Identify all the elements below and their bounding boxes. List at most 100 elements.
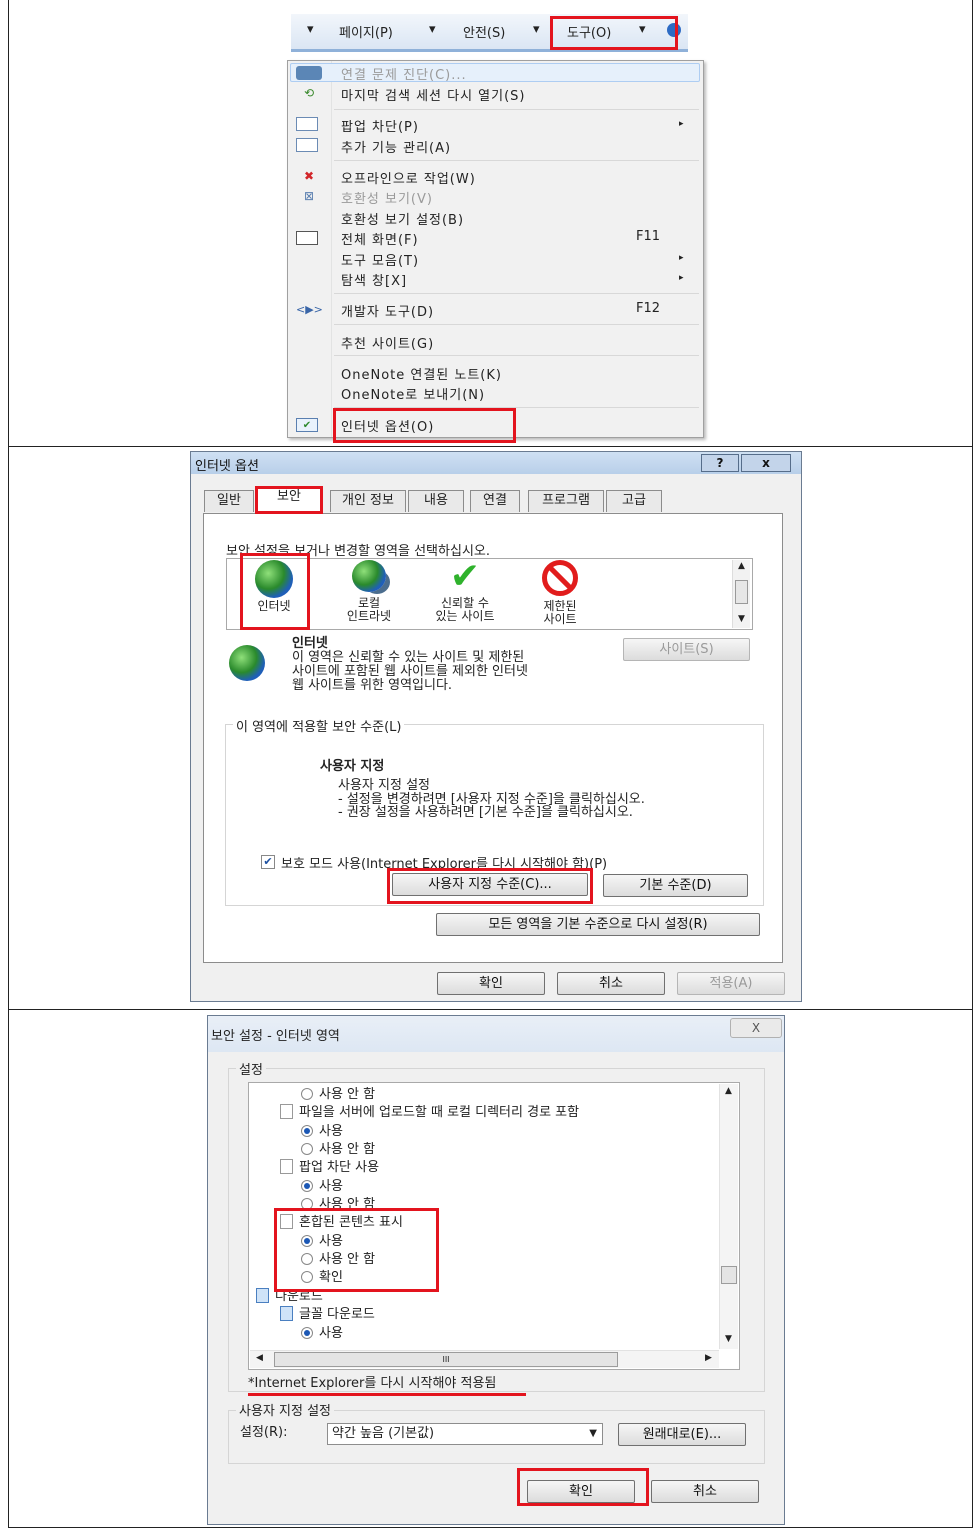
radio-button[interactable] [301,1327,313,1339]
menu-safety[interactable]: 안전(S) [463,22,505,41]
tree-vertical-scrollbar[interactable]: ▲ ▼ [719,1084,738,1349]
intranet-globe-icon [352,560,386,592]
radio-button[interactable] [301,1088,313,1100]
scroll-thumb[interactable] [735,580,748,604]
menu-item-popup-blocker[interactable]: 팝업 차단(P) [341,116,419,135]
sites-button[interactable]: 사이트(S) [623,638,750,661]
default-level-button[interactable]: 기본 수준(D) [603,874,748,897]
tree-option[interactable]: 사용 [301,1123,343,1141]
dropdown-arrow-icon: ▾ [307,22,314,37]
menu-item-toolbars[interactable]: 도구 모음(T) [341,250,419,269]
radio-button[interactable] [301,1125,313,1137]
reset-to-label: 설정(R): [240,1425,288,1440]
close-button[interactable]: x [741,454,791,472]
tree-setting: 혼합된 콘텐츠 표시 [280,1214,403,1232]
zone-list-scrollbar[interactable]: ▲ ▼ [732,560,750,628]
reset-level-select[interactable]: 약간 높음 (기본값) ▼ [327,1423,603,1445]
work-offline-icon: ✖ [303,169,315,183]
tree-option[interactable]: 사용 안 함 [301,1251,375,1269]
cancel-button[interactable]: 취소 [651,1480,759,1503]
ok-button[interactable]: 확인 [527,1480,635,1503]
restart-note: *Internet Explorer를 다시 시작해야 적용됨 [248,1376,497,1391]
radio-button[interactable] [301,1180,313,1192]
dropdown-arrow-icon: ▾ [639,22,646,37]
menu-item-compat-view[interactable]: 호환성 보기(V) [341,188,433,207]
menu-item-manage-addons[interactable]: 추가 기능 관리(A) [341,137,451,156]
menu-item-work-offline[interactable]: 오프라인으로 작업(W) [341,168,476,187]
tab-advanced[interactable]: 고급 [606,490,662,512]
tab-security[interactable]: 보안 [257,486,321,513]
menu-page[interactable]: 페이지(P) [339,22,393,41]
custom-level-button[interactable]: 사용자 지정 수준(C)... [392,873,588,896]
tree-setting: 팝업 차단 사용 [280,1159,379,1177]
tree-option[interactable]: 확인 [301,1269,343,1287]
tab-connections[interactable]: 연결 [470,490,520,512]
scroll-down-arrow-icon[interactable]: ▼ [725,1334,732,1344]
reset-all-zones-button[interactable]: 모든 영역을 기본 수준으로 다시 설정(R) [436,913,760,936]
apply-button[interactable]: 적용(A) [677,972,785,995]
tree-option[interactable]: 사용 안 함 [301,1196,375,1208]
menu-item-diagnose[interactable]: 연결 문제 진단(C)... [341,64,467,83]
scroll-up-arrow-icon[interactable]: ▲ [725,1086,732,1096]
submenu-arrow-icon: ▸ [679,119,684,129]
menu-item-explorer-bars[interactable]: 탐색 창[X] [341,270,407,289]
compat-view-icon: ⊠ [303,189,315,203]
zone-restricted-sites[interactable]: 제한된 사이트 [528,560,592,626]
ok-button[interactable]: 확인 [437,972,545,995]
menu-item-fullscreen[interactable]: 전체 화면(F) [341,229,419,248]
menu-item-compat-settings[interactable]: 호환성 보기 설정(B) [341,209,464,228]
tree-setting: 파일을 서버에 업로드할 때 로컬 디렉터리 경로 포함 [280,1104,579,1122]
security-settings-title: 보안 설정 - 인터넷 영역 [211,1029,340,1044]
cell-divider-2 [8,1009,973,1010]
tab-content[interactable]: 내용 [408,490,464,512]
radio-button[interactable] [301,1235,313,1247]
tab-general[interactable]: 일반 [204,490,254,512]
menu-item-internet-options[interactable]: 인터넷 옵션(O) [341,416,434,435]
menu-item-reopen-session[interactable]: 마지막 검색 세션 다시 열기(S) [341,85,526,104]
tree-horizontal-scrollbar[interactable]: ◀ III ▶ [250,1350,719,1368]
menu-item-developer-tools[interactable]: 개발자 도구(D) [341,301,434,320]
tree-option[interactable]: 사용 안 함 [301,1141,375,1159]
fullscreen-icon [296,231,318,245]
ie-command-bar: ▾ 페이지(P) ▾ 안전(S) ▾ 도구(O) ▾ [291,14,688,52]
tree-option[interactable]: 사용 [301,1325,343,1343]
menu-separator [334,160,699,161]
radio-button[interactable] [301,1143,313,1155]
scroll-left-arrow-icon[interactable]: ◀ [256,1353,263,1363]
radio-button[interactable] [301,1271,313,1283]
zone-title: 인터넷 [292,636,328,651]
tab-programs[interactable]: 프로그램 [528,490,604,512]
scroll-down-arrow-icon[interactable]: ▼ [738,614,745,624]
scroll-grip: III [442,1355,450,1364]
help-icon[interactable] [667,23,681,37]
protected-mode-checkbox[interactable]: ✔ [261,855,275,869]
radio-button[interactable] [301,1198,313,1208]
setting-page-icon [280,1104,293,1119]
tree-option[interactable]: 사용 [301,1233,343,1251]
menu-tools[interactable]: 도구(O) [567,22,611,41]
dialog-titlebar: 인터넷 옵션 ? x [191,452,801,474]
shortcut-f12: F12 [636,301,661,316]
zone-description-line: 웹 사이트를 위한 영역입니다. [292,678,453,693]
reset-button[interactable]: 원래대로(E)... [618,1423,746,1446]
zone-local-intranet[interactable]: 로컬 인트라넷 [336,560,402,626]
close-icon[interactable]: X [730,1018,782,1038]
tree-option[interactable]: 사용 안 함 [301,1086,375,1104]
addons-icon [296,138,318,152]
help-button[interactable]: ? [701,454,739,472]
cancel-button[interactable]: 취소 [557,972,665,995]
zone-trusted-sites[interactable]: ✔ 신뢰할 수 있는 사이트 [420,559,510,626]
menu-item-send-to-onenote[interactable]: OneNote로 보내기(N) [341,384,485,403]
radio-button[interactable] [301,1253,313,1265]
scroll-thumb[interactable] [721,1266,737,1284]
tools-dropdown-menu: 연결 문제 진단(C)... ⟲ 마지막 검색 세션 다시 열기(S) 팝업 차… [287,60,704,438]
scroll-up-arrow-icon[interactable]: ▲ [738,561,745,571]
scroll-thumb[interactable]: III [274,1352,618,1367]
tree-option[interactable]: 사용 [301,1178,343,1196]
menu-item-onenote-linked[interactable]: OneNote 연결된 노트(K) [341,364,502,383]
menu-item-suggested-sites[interactable]: 추천 사이트(G) [341,333,434,352]
developer-tools-icon: <▶> [296,303,323,316]
tab-privacy[interactable]: 개인 정보 [330,490,406,512]
scroll-right-arrow-icon[interactable]: ▶ [705,1353,712,1363]
zone-internet[interactable]: 인터넷 [244,560,304,626]
